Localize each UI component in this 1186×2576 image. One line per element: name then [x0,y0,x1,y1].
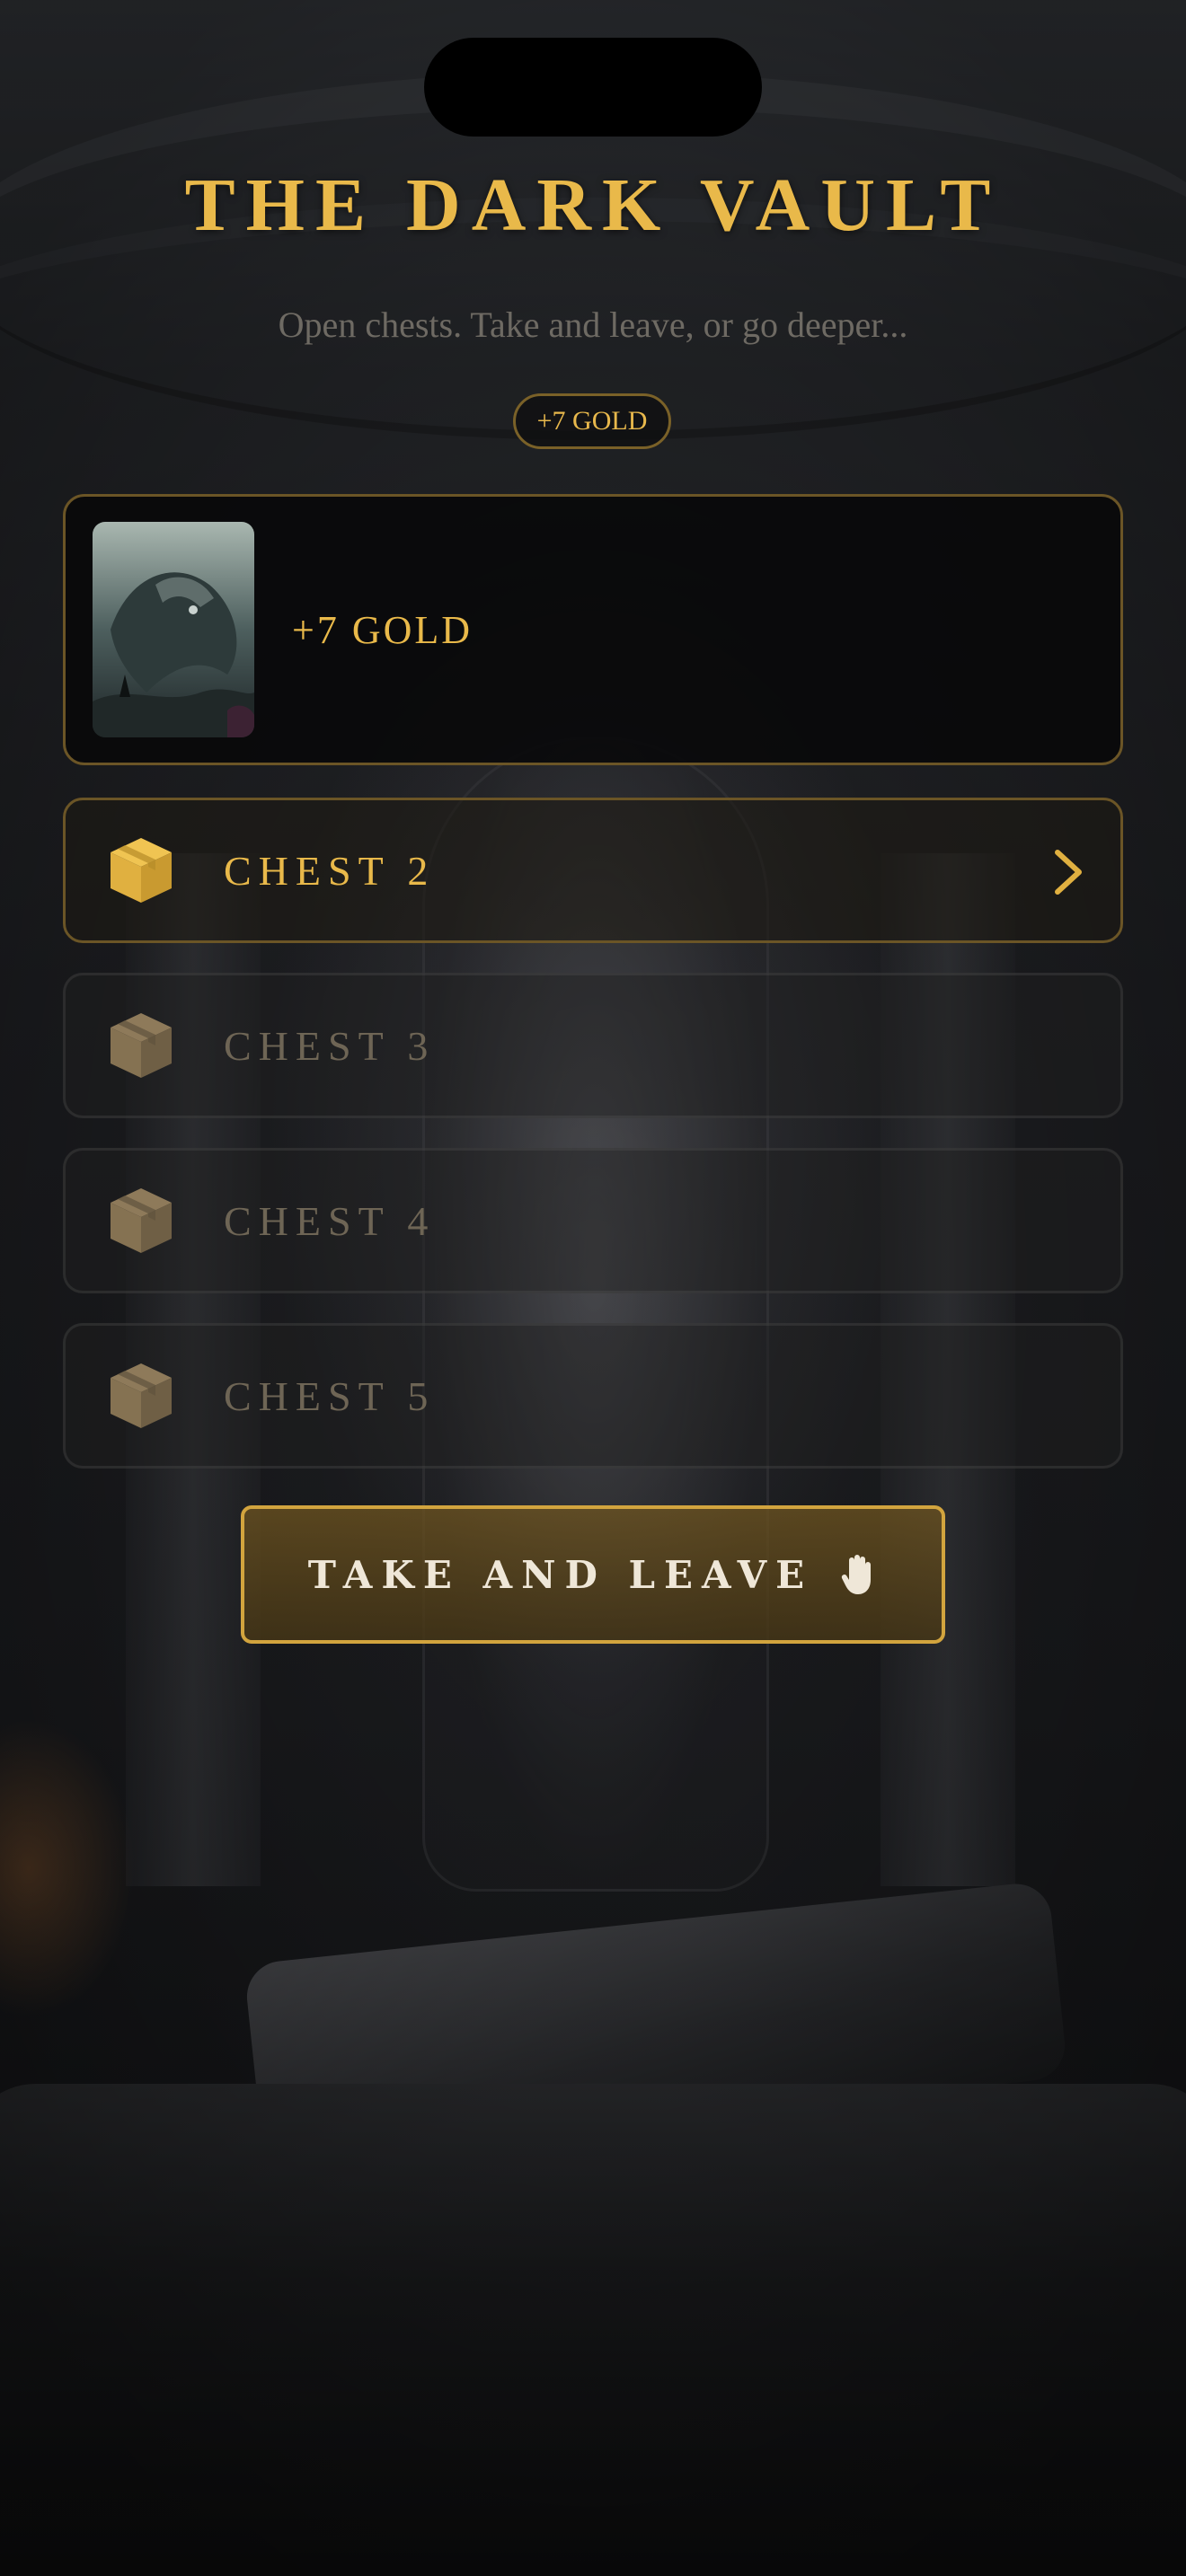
chest-label: CHEST 3 [224,1022,436,1069]
background-altar [0,2084,1186,2576]
box-icon [111,1013,172,1078]
box-icon [111,838,172,903]
page-title: THE DARK VAULT [184,163,1002,247]
chest-label: CHEST 2 [224,847,436,894]
reward-card: +7 GOLD [63,494,1123,765]
box-icon [111,1188,172,1253]
device-notch [424,38,762,137]
reward-label: +7 GOLD [292,607,474,652]
page-subtitle: Open chests. Take and leave, or go deepe… [278,304,908,345]
background-torch-glow [0,1707,144,2030]
hand-icon [842,1555,872,1594]
chest-label: CHEST 5 [224,1372,436,1419]
chest-row-5: CHEST 5 [63,1323,1123,1469]
gold-total-badge: +7 GOLD [513,393,671,449]
monster-card-image [93,522,254,737]
take-and-leave-button[interactable]: TAKE AND LEAVE [241,1505,945,1644]
background-altar-slab [243,1880,1069,2162]
take-and-leave-label: TAKE AND LEAVE [307,1552,814,1597]
chest-row-3: CHEST 3 [63,973,1123,1118]
chest-label: CHEST 4 [224,1197,436,1244]
chest-row-2[interactable]: CHEST 2 [63,798,1123,943]
chevron-right-icon [1055,850,1082,895]
chest-row-4: CHEST 4 [63,1148,1123,1293]
box-icon [111,1363,172,1428]
vault-screen: THE DARK VAULT Open chests. Take and lea… [0,0,1186,2576]
